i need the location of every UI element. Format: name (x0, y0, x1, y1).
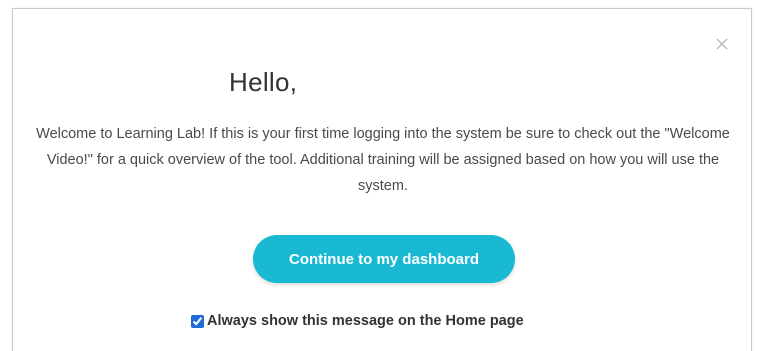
close-button[interactable] (714, 36, 730, 52)
always-show-label[interactable]: Always show this message on the Home pag… (207, 313, 524, 329)
close-icon (716, 38, 728, 50)
welcome-dialog: Hello, Welcome to Learning Lab! If this … (12, 8, 752, 351)
dialog-title: Hello, (229, 67, 298, 97)
continue-to-dashboard-button[interactable]: Continue to my dashboard (253, 235, 515, 283)
always-show-checkbox[interactable] (191, 314, 204, 328)
page: Hello, Welcome to Learning Lab! If this … (0, 0, 759, 351)
always-show-option: Always show this message on the Home pag… (191, 311, 524, 331)
welcome-message: Welcome to Learning Lab! If this is your… (36, 126, 730, 194)
